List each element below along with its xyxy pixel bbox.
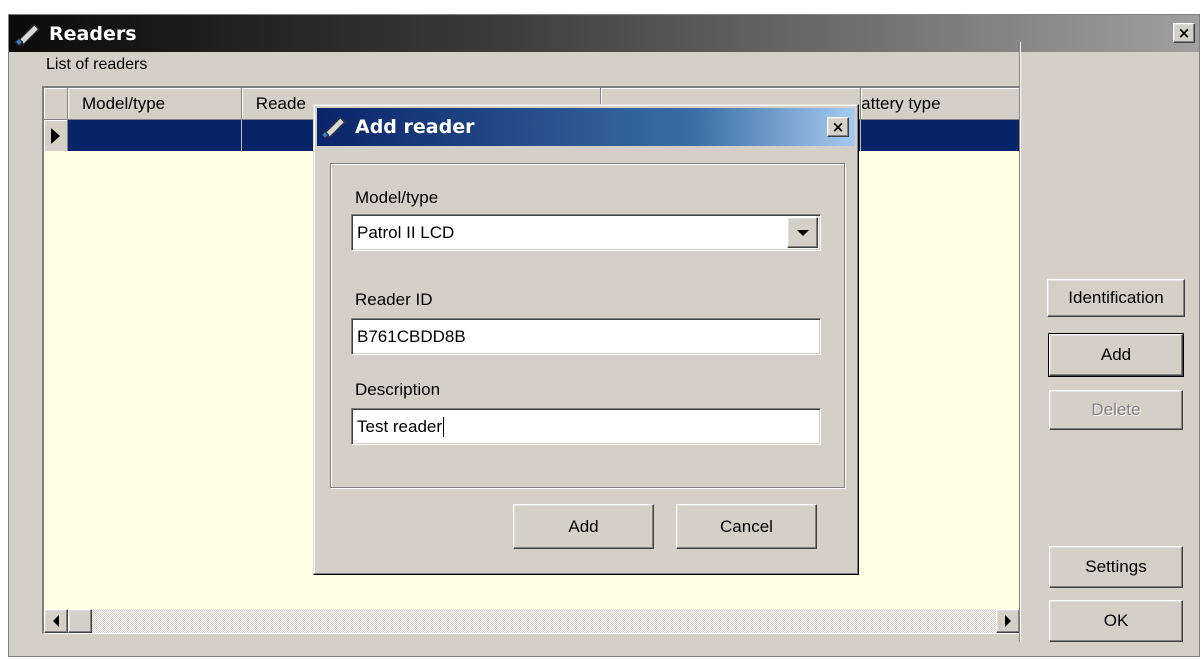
reader-id-value: B761CBDD8B — [357, 326, 466, 346]
chevron-down-icon — [796, 229, 809, 236]
text-cursor — [443, 416, 445, 437]
close-icon: × — [1177, 24, 1191, 42]
reader-id-label: Reader ID — [355, 290, 433, 309]
description-value: Test reader — [357, 416, 443, 436]
arrow-left-icon — [53, 615, 59, 627]
row-indicator — [44, 120, 68, 151]
window-title: Readers — [49, 22, 137, 45]
description-field[interactable]: Test reader — [351, 408, 821, 445]
horizontal-scrollbar[interactable] — [44, 609, 1020, 633]
add-reader-dialog: Add reader × Model/type Patrol II LCD Re… — [313, 104, 859, 575]
delete-button[interactable]: Delete — [1049, 390, 1183, 430]
reader-id-field[interactable]: B761CBDD8B — [351, 318, 821, 355]
table-cell[interactable] — [68, 120, 242, 151]
identification-button[interactable]: Identification — [1047, 279, 1185, 317]
dropdown-button[interactable] — [787, 217, 818, 248]
model-type-dropdown[interactable]: Patrol II LCD — [351, 214, 821, 251]
ok-button[interactable]: OK — [1049, 600, 1183, 642]
panel-divider — [1019, 42, 1021, 642]
model-type-label: Model/type — [355, 188, 439, 207]
column-header-model-type[interactable]: Model/type — [67, 88, 242, 120]
settings-button[interactable]: Settings — [1049, 546, 1183, 588]
column-header-battery-type[interactable]: attery type — [861, 88, 1020, 120]
dialog-close-button[interactable]: × — [827, 117, 849, 137]
close-icon: × — [831, 118, 845, 136]
scroll-left-button[interactable] — [44, 609, 68, 633]
table-cell[interactable] — [861, 120, 1020, 151]
model-type-value: Patrol II LCD — [357, 222, 455, 242]
triangle-right-icon — [50, 127, 60, 144]
dialog-cancel-button[interactable]: Cancel — [676, 504, 817, 549]
add-button[interactable]: Add — [1048, 333, 1184, 377]
scroll-thumb[interactable] — [68, 609, 92, 633]
description-label: Description — [355, 380, 441, 399]
dialog-add-button[interactable]: Add — [513, 504, 654, 549]
list-of-readers-label: List of readers — [46, 56, 148, 73]
close-button[interactable]: × — [1173, 23, 1195, 43]
arrow-right-icon — [1005, 615, 1011, 627]
dialog-titlebar[interactable]: Add reader × — [317, 108, 855, 146]
pencil-icon — [320, 114, 347, 140]
dialog-title: Add reader — [355, 116, 475, 138]
pencil-icon — [14, 21, 41, 47]
reader-fields-group: Model/type Patrol II LCD Reader ID B761C… — [330, 163, 845, 488]
scroll-right-button[interactable] — [996, 609, 1020, 633]
header-corner — [44, 88, 68, 120]
